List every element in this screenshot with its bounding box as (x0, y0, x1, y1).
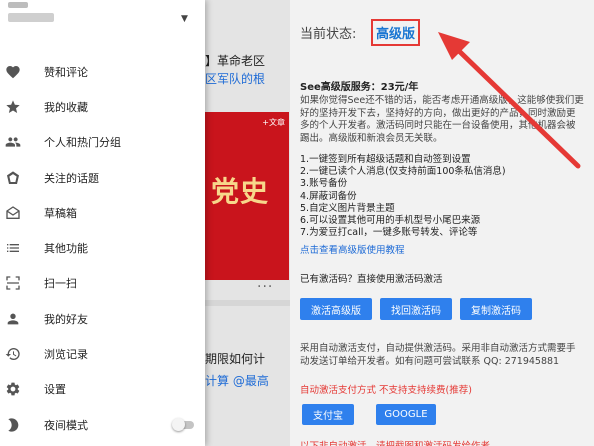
account-dropdown-icon[interactable]: ▼ (181, 14, 188, 24)
menu-item-likes-comments[interactable]: 赞和评论 (0, 54, 205, 89)
feed-text-line: 期限如何计 (205, 352, 266, 366)
menu-item-label: 关注的话题 (44, 171, 99, 185)
menu-item-label: 个人和热门分组 (44, 136, 121, 150)
drawer-menu: 赞和评论 我的收藏 个人和热门分组 关注的话题 草稿箱 其他功能 扫一扫 我的好… (0, 54, 205, 442)
feature-item: 7.为爱豆打call，一键多账号转发、评论等 (300, 227, 478, 239)
status-row: 当前状态: 高级版 (300, 19, 421, 46)
moon-icon (5, 417, 21, 433)
feature-item: 2.一键已读个人消息(仅支持前面100条私信消息) (300, 166, 506, 178)
feed-image-tag: +文章 (262, 118, 285, 127)
menu-item-groups[interactable]: 个人和热门分组 (0, 125, 205, 160)
status-label: 当前状态: (300, 27, 357, 42)
menu-item-label: 赞和评论 (44, 65, 88, 79)
premium-panel: 当前状态: 高级版 See高级版服务：23元/年 如果你觉得See还不错的话，能… (290, 0, 594, 446)
menu-item-settings[interactable]: 设置 (0, 372, 205, 407)
night-mode-toggle[interactable] (172, 417, 196, 431)
star-icon (5, 99, 21, 115)
menu-item-label: 扫一扫 (44, 277, 77, 291)
description-text: 如果你觉得See还不错的话，能否考虑开通高级版，这能够使我们更好的坚持开发下去，… (300, 95, 584, 144)
menu-item-label: 我的好友 (44, 312, 88, 326)
status-value: 高级版 (371, 19, 421, 46)
menu-item-label: 其他功能 (44, 242, 88, 256)
feature-list: 1.一键签到所有超级话题和自动签到设置 2.一键已读个人消息(仅支持前面100条… (300, 154, 584, 239)
list-icon (5, 240, 21, 256)
feature-item: 3.账号备份 (300, 178, 348, 190)
tutorial-link[interactable]: 点击查看高级版使用教程 (300, 242, 405, 256)
background-feed: 】革命老区 区军队的根 +文章 党史 ... 期限如何计 计算 @最高 (205, 0, 290, 446)
history-icon (5, 346, 21, 362)
feed-image[interactable]: +文章 党史 (205, 112, 289, 280)
have-code-text: 已有激活码？直接使用激活码激活 (300, 274, 443, 285)
feature-item: 5.自定义图片背景主题 (300, 202, 395, 214)
auto-activation-text: 采用自动激活支付，自动提供激活码。采用非自动激活方式需要手动发送订单给开发者。如… (300, 343, 576, 367)
navigation-drawer: ▼ 赞和评论 我的收藏 个人和热门分组 关注的话题 草稿箱 其他功能 扫一扫 我… (0, 0, 205, 446)
alipay-button[interactable]: 支付宝 (302, 404, 354, 425)
avatar (8, 2, 28, 8)
username (8, 13, 54, 22)
toggle-knob (172, 417, 185, 431)
menu-item-drafts[interactable]: 草稿箱 (0, 195, 205, 230)
copy-code-button[interactable]: 复制激活码 (460, 298, 532, 320)
menu-item-topics[interactable]: 关注的话题 (0, 160, 205, 195)
google-pay-button[interactable]: GOOGLE (376, 404, 436, 425)
scan-icon (5, 275, 21, 291)
menu-item-friends[interactable]: 我的好友 (0, 301, 205, 336)
tag-icon (5, 170, 21, 186)
menu-item-favorites[interactable]: 我的收藏 (0, 89, 205, 124)
menu-item-label: 浏览记录 (44, 348, 88, 362)
feature-item: 4.屏蔽词备份 (300, 190, 357, 202)
feature-item: 1.一键签到所有超级话题和自动签到设置 (300, 154, 471, 165)
retrieve-code-button[interactable]: 找回激活码 (380, 298, 452, 320)
menu-item-history[interactable]: 浏览记录 (0, 336, 205, 371)
gear-icon (5, 381, 21, 397)
feed-separator (205, 300, 290, 306)
feed-image-text: 党史 (211, 175, 270, 208)
menu-item-label: 夜间模式 (44, 418, 88, 432)
price-text: See高级版服务：23元/年 (300, 82, 419, 93)
feed-more-dots[interactable]: ... (257, 275, 273, 291)
feed-text-line: 】革命老区 (205, 54, 266, 68)
menu-item-scan[interactable]: 扫一扫 (0, 266, 205, 301)
activate-premium-button[interactable]: 激活高级版 (300, 298, 372, 320)
feed-text-line: 区军队的根 (205, 72, 266, 86)
auto-pay-note: 自动激活支付方式 不支持支持续费(推荐) (300, 385, 472, 396)
manual-activation-text: 以下非自动激活，请把截图和激活码发给作者 (300, 438, 490, 446)
account-header[interactable]: ▼ (0, 0, 205, 40)
menu-item-other-functions[interactable]: 其他功能 (0, 230, 205, 265)
menu-item-label: 我的收藏 (44, 100, 88, 114)
feed-text-line: 计算 @最高 (205, 374, 269, 388)
menu-item-label: 设置 (44, 383, 66, 397)
menu-item-night-mode[interactable]: 夜间模式 (0, 407, 205, 442)
feature-item: 6.可以设置其他可用的手机型号小尾巴来源 (300, 215, 481, 227)
menu-item-label: 草稿箱 (44, 206, 77, 220)
person-icon (5, 311, 21, 327)
group-icon (5, 134, 21, 150)
heart-icon (5, 64, 21, 80)
drafts-icon (5, 205, 21, 221)
